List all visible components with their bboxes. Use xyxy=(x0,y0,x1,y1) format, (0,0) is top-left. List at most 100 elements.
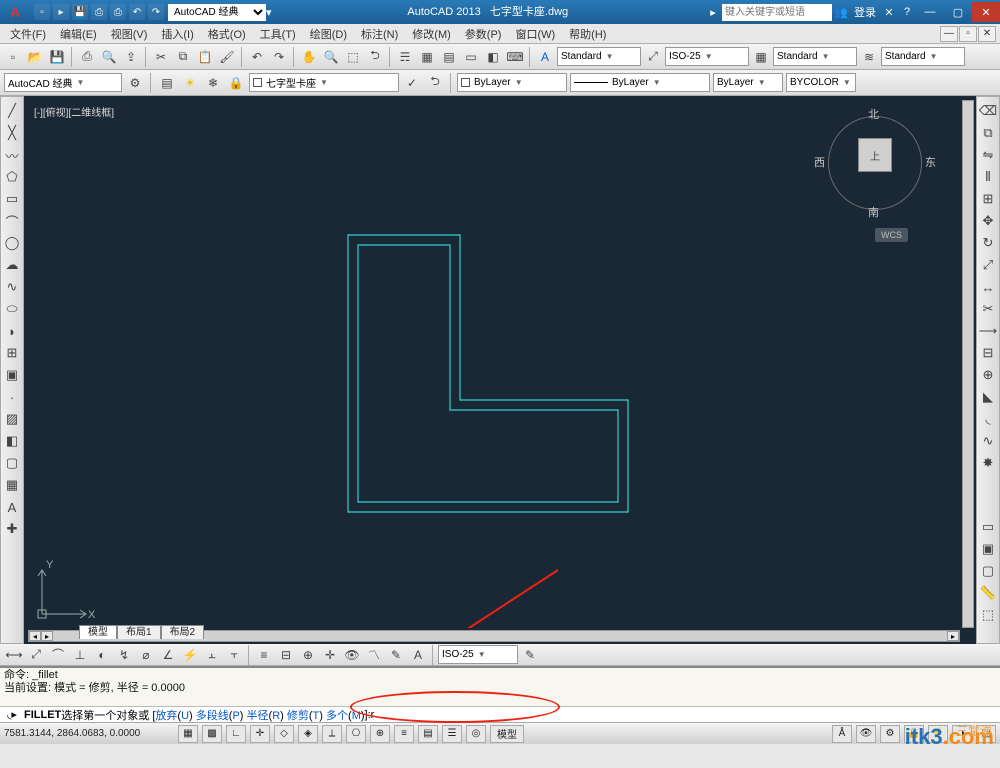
ml-style-combo[interactable]: Standard▼ xyxy=(881,47,965,66)
tolerance-icon[interactable]: ⊕ xyxy=(298,645,318,665)
save-icon[interactable]: 💾 xyxy=(47,47,67,67)
menu-dimension[interactable]: 标注(N) xyxy=(355,24,404,44)
tablestyle-icon[interactable]: ▦ xyxy=(751,47,771,67)
group-icon[interactable]: ▣ xyxy=(978,539,998,559)
app-logo-icon[interactable]: A xyxy=(4,1,26,23)
tab-layout2[interactable]: 布局2 xyxy=(161,625,205,639)
otrack-toggle[interactable]: ⟂ xyxy=(322,725,342,743)
doc-minimize-button[interactable]: — xyxy=(940,26,958,42)
tpy-toggle[interactable]: ▤ xyxy=(418,725,438,743)
dim-aligned-icon[interactable]: ⤢ xyxy=(26,645,46,665)
paste-icon[interactable]: 📋 xyxy=(195,47,215,67)
layer-state-icon[interactable]: ✓ xyxy=(402,73,422,93)
polygon-icon[interactable]: ⬠ xyxy=(2,167,22,187)
jog-line-icon[interactable]: 〽 xyxy=(364,645,384,665)
dimstyle-edit-combo[interactable]: ISO-25▼ xyxy=(438,645,518,664)
layer-prev-icon[interactable]: ⮌ xyxy=(425,73,445,93)
undo-icon[interactable]: ↶ xyxy=(247,47,267,67)
select-icon[interactable]: ⬚ xyxy=(978,605,998,625)
menu-window[interactable]: 窗口(W) xyxy=(509,24,561,44)
dim-continue-icon[interactable]: ⫟ xyxy=(224,645,244,665)
ellipse-icon[interactable]: ⬭ xyxy=(2,299,22,319)
scroll-left-icon[interactable]: ◂ xyxy=(29,631,41,641)
preview-icon[interactable]: 🔍 xyxy=(99,47,119,67)
search-icon[interactable]: ▸ xyxy=(704,3,722,21)
layer-on-icon[interactable]: ☀ xyxy=(180,73,200,93)
drawing-viewport[interactable]: [-][俯视][二维线框] 上 北 西 东 南 WCS xyxy=(24,96,976,644)
mlstyle-icon[interactable]: ≋ xyxy=(859,47,879,67)
workspace-settings-icon[interactable]: ⚙ xyxy=(125,73,145,93)
revcloud-icon[interactable]: ☁ xyxy=(2,255,22,275)
3dosnap-toggle[interactable]: ◈ xyxy=(298,725,318,743)
new-icon[interactable]: ▫ xyxy=(3,47,23,67)
zoom-icon[interactable]: 🔍 xyxy=(321,47,341,67)
dim-quick-icon[interactable]: ⚡ xyxy=(180,645,200,665)
save-icon[interactable]: 💾 xyxy=(72,4,88,20)
layer-props-icon[interactable]: ▤ xyxy=(157,73,177,93)
open-icon[interactable]: ▸ xyxy=(53,4,69,20)
menu-tools[interactable]: 工具(T) xyxy=(254,24,302,44)
doc-close-button[interactable]: ✕ xyxy=(978,26,996,42)
publish-icon[interactable]: ⇪ xyxy=(121,47,141,67)
workspace-combo[interactable]: AutoCAD 经典▼ xyxy=(4,73,122,92)
draworder-icon[interactable]: ▭ xyxy=(978,517,998,537)
markup-icon[interactable]: ◧ xyxy=(483,47,503,67)
matchprops-icon[interactable]: 🖌 xyxy=(217,47,237,67)
dim-edit-icon[interactable]: ✎ xyxy=(386,645,406,665)
join-icon[interactable]: ⊕ xyxy=(978,365,998,385)
color-combo[interactable]: ByLayer▼ xyxy=(457,73,567,92)
annovis-icon[interactable]: 👁 xyxy=(856,725,876,743)
mirror-icon[interactable]: ⇋ xyxy=(978,145,998,165)
infocenter-icon[interactable]: 👥 xyxy=(832,3,850,21)
layer-combo[interactable]: 七字型卡座▼ xyxy=(249,73,399,92)
maximize-button[interactable]: ▢ xyxy=(944,2,972,22)
insert-block-icon[interactable]: ⊞ xyxy=(2,343,22,363)
new-icon[interactable]: ▫ xyxy=(34,4,50,20)
ungroup-icon[interactable]: ▢ xyxy=(978,561,998,581)
undo-icon[interactable]: ↶ xyxy=(129,4,145,20)
center-mark-icon[interactable]: ✛ xyxy=(320,645,340,665)
break-icon[interactable]: ⊟ xyxy=(978,343,998,363)
fillet-icon[interactable]: ◟ xyxy=(978,409,998,429)
hatch-icon[interactable]: ▨ xyxy=(2,409,22,429)
ortho-toggle[interactable]: ∟ xyxy=(226,725,246,743)
model-space-button[interactable]: 模型 xyxy=(490,725,524,743)
xline-icon[interactable]: ╳ xyxy=(2,123,22,143)
help-icon[interactable]: ? xyxy=(898,3,916,21)
table-style-combo[interactable]: Standard▼ xyxy=(773,47,857,66)
textstyle-icon[interactable]: A xyxy=(535,47,555,67)
menu-modify[interactable]: 修改(M) xyxy=(406,24,457,44)
signin-button[interactable]: 登录 xyxy=(850,3,880,21)
explode-icon[interactable]: ✸ xyxy=(978,453,998,473)
scroll-right-icon[interactable]: ▸ xyxy=(41,631,53,641)
dim-diameter-icon[interactable]: ⌀ xyxy=(136,645,156,665)
offset-icon[interactable]: ⫴ xyxy=(978,167,998,187)
plot-icon[interactable]: ⎙ xyxy=(110,4,126,20)
menu-view[interactable]: 视图(V) xyxy=(105,24,154,44)
tab-model[interactable]: 模型 xyxy=(79,625,117,639)
menu-format[interactable]: 格式(O) xyxy=(202,24,252,44)
dim-style-combo[interactable]: ISO-25▼ xyxy=(665,47,749,66)
blend-icon[interactable]: ∿ xyxy=(978,431,998,451)
dimstyle-mgr-icon[interactable]: ✎ xyxy=(520,645,540,665)
snap-toggle[interactable]: ▦ xyxy=(178,725,198,743)
dim-linear-icon[interactable]: ⟷ xyxy=(4,645,24,665)
tab-layout1[interactable]: 布局1 xyxy=(117,625,161,639)
menu-draw[interactable]: 绘图(D) xyxy=(304,24,353,44)
dim-arc-icon[interactable]: ⌒ xyxy=(48,645,68,665)
sc-toggle[interactable]: ◎ xyxy=(466,725,486,743)
layer-lock-icon[interactable]: 🔒 xyxy=(226,73,246,93)
zoom-prev-icon[interactable]: ⮌ xyxy=(365,47,385,67)
layer-freeze-icon[interactable]: ❄ xyxy=(203,73,223,93)
designcenter-icon[interactable]: ▦ xyxy=(417,47,437,67)
menu-parametric[interactable]: 参数(P) xyxy=(459,24,508,44)
dim-jogged-icon[interactable]: ↯ xyxy=(114,645,134,665)
inspect-icon[interactable]: 👁 xyxy=(342,645,362,665)
grid-toggle[interactable]: ▩ xyxy=(202,725,222,743)
open-icon[interactable]: 📂 xyxy=(25,47,45,67)
dim-ordinate-icon[interactable]: ⊥ xyxy=(70,645,90,665)
ellipse-arc-icon[interactable]: ◗ xyxy=(2,321,22,341)
lineweight-combo[interactable]: ByLayer▼ xyxy=(713,73,783,92)
horizontal-scrollbar[interactable]: ◂ ▸ 模型 布局1 布局2 ▸ xyxy=(28,630,960,642)
minimize-button[interactable]: — xyxy=(916,2,944,22)
